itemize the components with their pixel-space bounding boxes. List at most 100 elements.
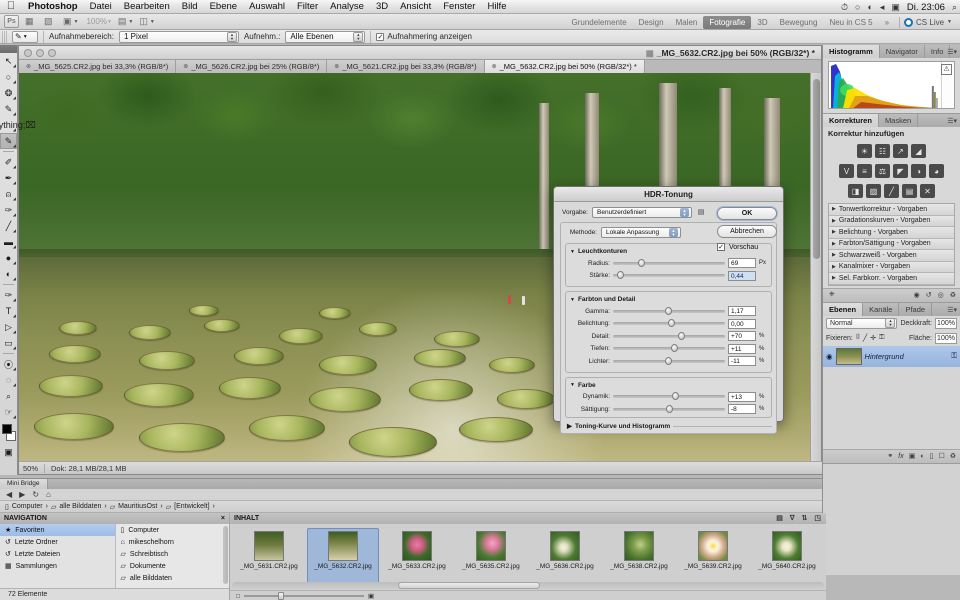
layer-row-hintergrund[interactable]: ◉ Hintergrund ⚿ xyxy=(823,345,960,367)
refresh-icon[interactable]: ↻ xyxy=(32,490,39,499)
preset-tonwertkorrektur[interactable]: ▶ Tonwertkorrektur - Vorgaben xyxy=(829,204,954,216)
preset-farbton-saettigung[interactable]: ▶ Farbton/Sättigung - Vorgaben xyxy=(829,238,954,250)
arrange-documents-icon[interactable]: ▤ ▼ xyxy=(118,15,133,28)
document-tab-5621[interactable]: ⊗ _MG_5621.CR2.jpg bei 33,3% (RGB/8*) xyxy=(327,60,485,73)
nav-item-alle-bilddaten[interactable]: ▱ alle Bilddaten xyxy=(116,572,230,584)
tab-close-icon[interactable]: ⊗ xyxy=(334,63,339,70)
nav-item-schreibtisch[interactable]: ▱ Schreibtisch xyxy=(116,548,230,560)
tool-brush[interactable]: ✒ ◢ xyxy=(0,170,17,186)
panel-menu-icon[interactable]: ☰▾ xyxy=(947,48,957,56)
tool-eyedropper[interactable]: ✎ ◢ xyxy=(0,133,17,149)
radius-value[interactable]: 69 xyxy=(728,258,756,268)
collapse-arrow-icon[interactable]: ▼ xyxy=(570,382,575,388)
workspace-fotografie[interactable]: Fotografie xyxy=(703,15,752,29)
apple-menu-icon[interactable]:  xyxy=(0,1,22,12)
back-icon[interactable]: ◀ xyxy=(6,490,12,499)
cs-live-button[interactable]: CS Live ▼ xyxy=(904,17,956,27)
detail-knob[interactable] xyxy=(677,331,685,340)
hue-saturation-icon[interactable]: ≡ xyxy=(857,164,872,178)
belichtung-track[interactable] xyxy=(613,319,725,327)
home-icon[interactable]: ⌂ xyxy=(46,490,51,499)
method-select[interactable]: Lokale Anpassung ▲ ▼ xyxy=(601,227,681,238)
delete-layer-icon[interactable]: ♻ xyxy=(950,452,956,460)
sample-layers-select[interactable]: Alle Ebenen ▲ ▼ xyxy=(285,30,366,43)
sort-order-icon[interactable]: ⇅ xyxy=(802,513,808,524)
layer-thumbnail[interactable] xyxy=(835,347,862,365)
menu-analyse[interactable]: Analyse xyxy=(324,0,370,14)
gamma-track[interactable] xyxy=(613,306,725,315)
tool-blur[interactable]: ● ◢ xyxy=(0,250,17,266)
preset-gradationskurven[interactable]: ▶ Gradationskurven - Vorgaben xyxy=(829,215,954,227)
tab-masken[interactable]: Masken xyxy=(879,114,919,127)
detail-track[interactable] xyxy=(613,331,725,340)
tool-type[interactable]: T ◢ xyxy=(0,303,17,319)
navigation-scrollbar[interactable] xyxy=(223,526,228,584)
status-zoom-level[interactable]: 50% xyxy=(23,464,38,473)
workspace-3d[interactable]: 3D xyxy=(751,16,773,29)
tab-navigator[interactable]: Navigator xyxy=(880,45,925,58)
nav-item-letzte-dateien[interactable]: ↺ Letzte Dateien xyxy=(0,548,115,560)
fx-icon[interactable]: fx xyxy=(898,453,903,460)
launch-bridge-icon[interactable]: ▦ xyxy=(25,15,38,28)
menu-photoshop[interactable]: Photoshop xyxy=(22,0,84,14)
exposure-icon[interactable]: ◢ xyxy=(911,144,926,158)
threshold-icon[interactable]: ╱ xyxy=(884,184,899,198)
layer-visibility-icon[interactable]: ◉ xyxy=(826,352,833,361)
thumbnail-size-slider[interactable] xyxy=(243,592,364,600)
menu-ebene[interactable]: Ebene xyxy=(204,0,243,14)
thumbnail-item[interactable]: _MG_5640.CR2.jpg xyxy=(751,528,823,586)
thumbnail-item[interactable]: _MG_5638.CR2.jpg xyxy=(603,528,675,586)
content-horizontal-scrollbar[interactable] xyxy=(232,582,824,589)
volume-icon[interactable]: ◂ xyxy=(880,0,885,14)
nav-item-mikeschelhorn[interactable]: ⌂ mikeschelhorn xyxy=(116,536,230,548)
nav-item-dokumente[interactable]: ▱ Dokumente xyxy=(116,560,230,572)
zoom-small-icon[interactable]: □ xyxy=(236,593,240,600)
menu-auswahl[interactable]: Auswahl xyxy=(243,0,291,14)
sample-size-select[interactable]: 1 Pixel ▲ ▼ xyxy=(118,30,239,43)
sort-icon[interactable]: ▤ xyxy=(776,513,783,524)
slider-knob[interactable] xyxy=(277,592,284,600)
tool-crop[interactable]: everything;⌧◢ xyxy=(0,117,36,133)
menu-filter[interactable]: Filter xyxy=(291,0,324,14)
preview-checkbox[interactable]: ✓ xyxy=(717,243,725,251)
menu-3d[interactable]: 3D xyxy=(370,0,394,14)
menu-hilfe[interactable]: Hilfe xyxy=(481,0,512,14)
view-mode-icon[interactable]: ◳ xyxy=(814,513,821,524)
tab-kanaele[interactable]: Kanäle xyxy=(863,302,900,316)
expand-arrow-icon[interactable]: ▶ xyxy=(832,275,836,281)
close-window-button[interactable] xyxy=(24,48,32,57)
radius-track[interactable] xyxy=(613,258,725,267)
link-layers-icon[interactable]: ⚭ xyxy=(887,452,893,460)
panel-menu-icon[interactable]: ☰▾ xyxy=(947,117,957,125)
tiefen-knob[interactable] xyxy=(671,344,679,352)
dynamik-knob[interactable] xyxy=(672,392,680,400)
tab-histogramm[interactable]: Histogramm xyxy=(823,45,880,58)
thumbnail-item-selected[interactable]: _MG_5632.CR2.jpg xyxy=(307,528,379,586)
expand-arrow-icon[interactable]: ▶ xyxy=(567,422,572,430)
preset-select[interactable]: Benutzerdefiniert ▲ ▼ xyxy=(592,207,692,218)
preset-kanalmixer[interactable]: ▶ Kanalmixer - Vorgaben xyxy=(829,261,954,273)
minimize-window-button[interactable] xyxy=(36,48,44,57)
launch-mini-bridge-icon[interactable]: ▧ xyxy=(44,15,57,28)
preset-stepper-icon[interactable]: ▲ ▼ xyxy=(680,208,689,217)
color-balance-icon[interactable]: ⚖ xyxy=(875,164,890,178)
tool-hand[interactable]: ☞ ◢ xyxy=(0,404,17,420)
tool-3d-orbit[interactable]: ◌ ◢ xyxy=(0,372,17,388)
method-stepper-icon[interactable]: ▲ ▼ xyxy=(669,228,678,237)
show-sampling-ring-toggle[interactable]: ✓ Aufnahmering anzeigen xyxy=(376,32,472,41)
tool-marquee[interactable]: ○ ◢ xyxy=(0,69,17,85)
sample-layers-stepper[interactable]: ▲ ▼ xyxy=(353,31,364,42)
timemachine-icon[interactable]: ⏱ xyxy=(841,0,848,14)
tool-lasso[interactable]: ❂ ◢ xyxy=(0,85,17,101)
tool-move[interactable]: ↖ ◢ xyxy=(0,53,17,69)
channel-mixer-icon[interactable]: ◕ xyxy=(929,164,944,178)
workspace-bewegung[interactable]: Bewegung xyxy=(774,16,824,29)
posterize-icon[interactable]: ▨ xyxy=(866,184,881,198)
lichter-value[interactable]: -11 xyxy=(728,356,756,366)
delete-icon[interactable]: ♻ xyxy=(950,291,956,299)
vibrance-icon[interactable]: V xyxy=(839,164,854,178)
lichter-track[interactable] xyxy=(613,356,725,365)
status-doc-info[interactable]: Dok: 28,1 MB/28,1 MB xyxy=(51,464,126,473)
clip-layer-icon[interactable]: ⎈ xyxy=(829,291,835,299)
thumbnail-item[interactable]: _MG_5631.CR2.jpg xyxy=(233,528,305,586)
